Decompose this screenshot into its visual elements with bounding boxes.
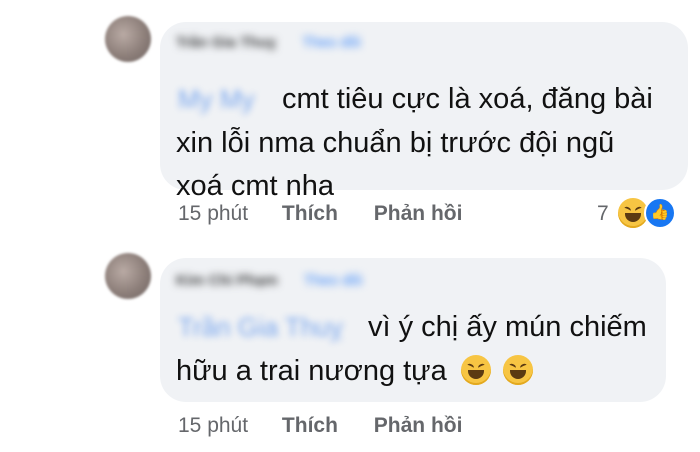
comment-text-line-1: vì ý chị ấy mún chiếm (368, 311, 647, 343)
mention-tag[interactable]: My My (178, 84, 255, 115)
avatar[interactable] (105, 16, 151, 62)
comment-time[interactable]: 15 phút (178, 414, 248, 438)
comment-time[interactable]: 15 phút (178, 202, 248, 226)
comment-text-line-2: hữu a trai nương tựa (176, 350, 533, 392)
laughing-emoji-icon (502, 355, 533, 385)
comment-actions: 15 phút Thích Phản hồi (178, 202, 462, 226)
reply-button[interactable]: Phản hồi (374, 414, 463, 438)
reaction-count[interactable]: 7 (597, 202, 609, 226)
mention-tag[interactable]: Trần Gia Thuỵ (178, 312, 343, 343)
comment-text-line-3: xoá cmt nha (176, 170, 334, 202)
like-button[interactable]: Thích (282, 202, 338, 226)
comment-bubble: Kim Chi Phạm Theo dõi Trần Gia Thuỵ vì ý… (160, 258, 666, 402)
like-icon: 👍 (644, 197, 676, 229)
comment-author[interactable]: Trần Gia Thuỵ Theo dõi (176, 34, 361, 51)
like-button[interactable]: Thích (282, 414, 338, 438)
comment-text-line-1: cmt tiêu cực là xoá, đăng bài (282, 83, 653, 115)
follow-link[interactable]: Theo dõi (304, 272, 362, 289)
comment-bubble: Trần Gia Thuỵ Theo dõi My My cmt tiêu cự… (160, 22, 688, 202)
comment-text-line-2: xin lỗi nma chuẩn bị trước đội ngũ (176, 127, 615, 159)
avatar[interactable] (105, 253, 151, 299)
comment-actions: 15 phút Thích Phản hồi (178, 414, 462, 438)
follow-link[interactable]: Theo dõi (302, 34, 360, 51)
laughing-emoji-icon (460, 355, 491, 385)
reply-button[interactable]: Phản hồi (374, 202, 463, 226)
comment-author[interactable]: Kim Chi Phạm Theo dõi (176, 272, 362, 289)
